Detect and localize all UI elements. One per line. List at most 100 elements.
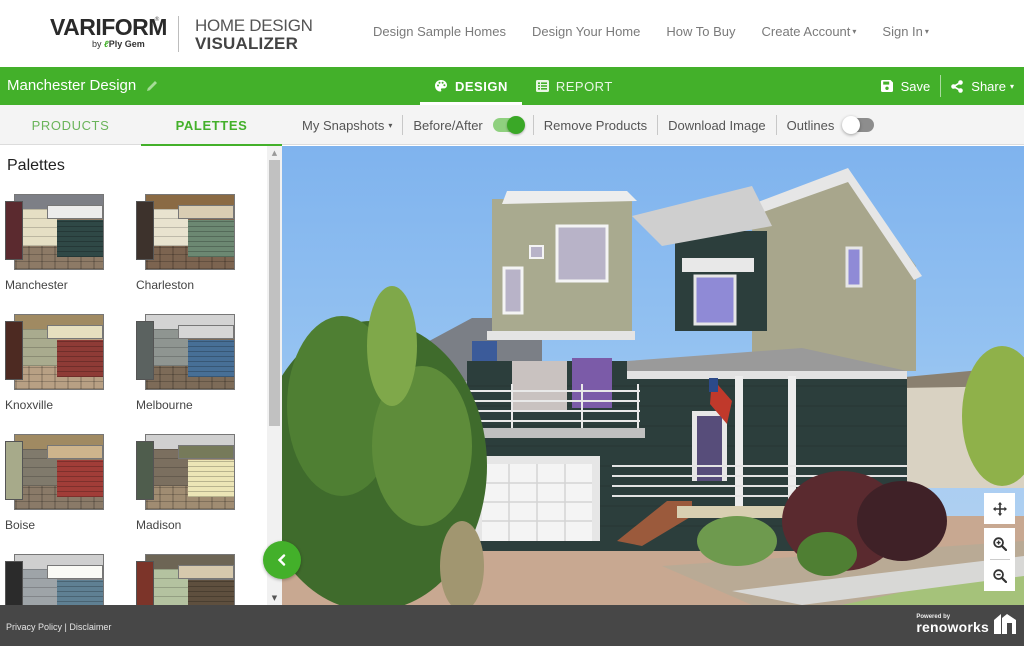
palette-name: Charleston	[136, 278, 195, 292]
share-label: Share	[971, 78, 1006, 94]
tab-palettes[interactable]: PALETTES	[141, 105, 282, 146]
palette-card[interactable]: Madison	[136, 434, 246, 532]
registered-mark: ®	[154, 16, 160, 23]
sidebar-scrollbar[interactable]: ▲ ▼	[267, 146, 282, 605]
download-image-button[interactable]: Download Image	[658, 118, 776, 133]
swatch-shutter	[136, 321, 154, 380]
powered-by-renoworks[interactable]: Powered by renoworks	[916, 614, 1016, 634]
my-snapshots-dropdown[interactable]: My Snapshots ▾	[292, 118, 402, 133]
flag-stars	[709, 378, 718, 392]
upper-window-small	[529, 245, 544, 259]
swatch-shutter	[136, 441, 154, 500]
save-button[interactable]: Save	[880, 78, 931, 94]
brand-byline: by ℓPly Gem	[92, 39, 145, 49]
tab-report[interactable]: REPORT	[522, 67, 627, 105]
move-icon	[992, 501, 1007, 516]
renoworks-logo-icon	[994, 614, 1016, 634]
tab-products[interactable]: PRODUCTS	[0, 105, 141, 145]
gable-window	[845, 246, 863, 288]
pan-button[interactable]	[984, 493, 1015, 524]
palette-swatch	[5, 314, 105, 392]
brand-name: VARIFORM	[50, 14, 167, 40]
palette-card[interactable]	[5, 554, 115, 605]
footer-links: Privacy Policy | Disclaimer	[6, 622, 111, 632]
share-button[interactable]: Share ▾	[951, 79, 1014, 94]
design-title[interactable]: Manchester Design	[7, 77, 160, 94]
front-door	[697, 416, 722, 481]
palette-card[interactable]: Knoxville	[5, 314, 115, 412]
caret-down-icon: ▾	[388, 120, 393, 130]
scroll-thumb[interactable]	[269, 160, 280, 426]
before-after-control: Before/After	[403, 116, 532, 134]
save-icon	[880, 80, 893, 92]
palette-swatch	[5, 194, 105, 272]
variform-logo: VARIFORM ® by ℓPly Gem	[50, 14, 167, 54]
palette-swatch	[136, 434, 236, 512]
caret-down-icon: ▾	[1009, 81, 1014, 91]
palette-card[interactable]: Melbourne	[136, 314, 246, 412]
remove-products-button[interactable]: Remove Products	[534, 118, 657, 133]
house-visualizer-canvas[interactable]	[282, 146, 1024, 605]
nav-how-to-buy[interactable]: How To Buy	[666, 24, 735, 39]
design-name: Manchester Design	[7, 77, 137, 94]
zoom-out-button[interactable]	[984, 560, 1015, 591]
byline-by: by	[92, 39, 102, 49]
swatch-siding	[188, 340, 234, 377]
palette-icon	[435, 80, 447, 92]
zoom-out-icon	[992, 568, 1007, 583]
disclaimer-link[interactable]: Disclaimer	[69, 622, 111, 632]
palette-swatch	[136, 194, 236, 272]
nav-sign-in[interactable]: Sign In ▾	[882, 24, 929, 39]
privacy-policy-link[interactable]: Privacy Policy	[6, 622, 62, 632]
top-header: VARIFORM ® by ℓPly Gem HOME DESIGN VISUA…	[0, 0, 1024, 67]
nav-create-account[interactable]: Create Account ▾	[762, 24, 857, 39]
nav-design-your-home[interactable]: Design Your Home	[532, 24, 640, 39]
share-icon	[951, 79, 964, 93]
canvas-controls	[984, 493, 1015, 591]
swatch-trim	[47, 565, 103, 579]
palette-card[interactable]: Manchester	[5, 194, 115, 292]
nav-label: Create Account	[761, 24, 851, 39]
porch-beam	[627, 371, 907, 379]
toggle-knob	[506, 116, 525, 134]
house-photo	[282, 168, 1024, 605]
powered-text: Powered by renoworks	[916, 614, 989, 634]
swatch-siding	[188, 580, 234, 605]
before-after-toggle[interactable]	[492, 116, 525, 134]
palette-swatch	[5, 554, 105, 605]
palette-card[interactable]: Charleston	[136, 194, 246, 292]
caret-down-icon: ▾	[852, 27, 857, 36]
product-line2: VISUALIZER	[195, 33, 299, 53]
palette-name: Melbourne	[136, 398, 193, 412]
zoom-in-icon	[992, 536, 1007, 551]
palette-name: Knoxville	[5, 398, 54, 412]
swatch-siding	[188, 220, 234, 257]
outlines-toggle[interactable]	[842, 116, 875, 134]
scroll-up-arrow-icon[interactable]: ▲	[267, 146, 282, 160]
collapse-sidebar-button[interactable]	[263, 541, 301, 579]
toggle-knob	[842, 116, 861, 134]
save-label: Save	[900, 78, 931, 94]
upper-window-side	[502, 266, 524, 315]
swatch-shutter	[5, 561, 23, 605]
palette-swatch	[136, 314, 236, 392]
panel-title: Palettes	[7, 157, 65, 174]
download-image-label: Download Image	[668, 117, 766, 133]
nav-design-sample-homes[interactable]: Design Sample Homes	[373, 24, 506, 39]
scroll-down-arrow-icon[interactable]: ▼	[267, 591, 282, 605]
upper-window-double	[555, 224, 609, 283]
pencil-icon[interactable]	[144, 78, 160, 94]
tab-label: PRODUCTS	[31, 117, 110, 133]
swatch-trim	[178, 205, 234, 219]
palette-card[interactable]	[136, 554, 246, 605]
palette-swatch	[5, 434, 105, 512]
logo[interactable]: VARIFORM ® by ℓPly Gem HOME DESIGN VISUA…	[50, 14, 313, 54]
swatch-siding	[57, 460, 103, 497]
zoom-in-button[interactable]	[984, 528, 1015, 559]
tab-design[interactable]: DESIGN	[420, 67, 522, 105]
tab-label: REPORT	[555, 78, 613, 94]
footer: Privacy Policy | Disclaimer Powered by r…	[0, 605, 1024, 646]
nav-label: Design Your Home	[531, 24, 641, 39]
shrub-green	[697, 516, 777, 566]
palette-card[interactable]: Boise	[5, 434, 115, 532]
